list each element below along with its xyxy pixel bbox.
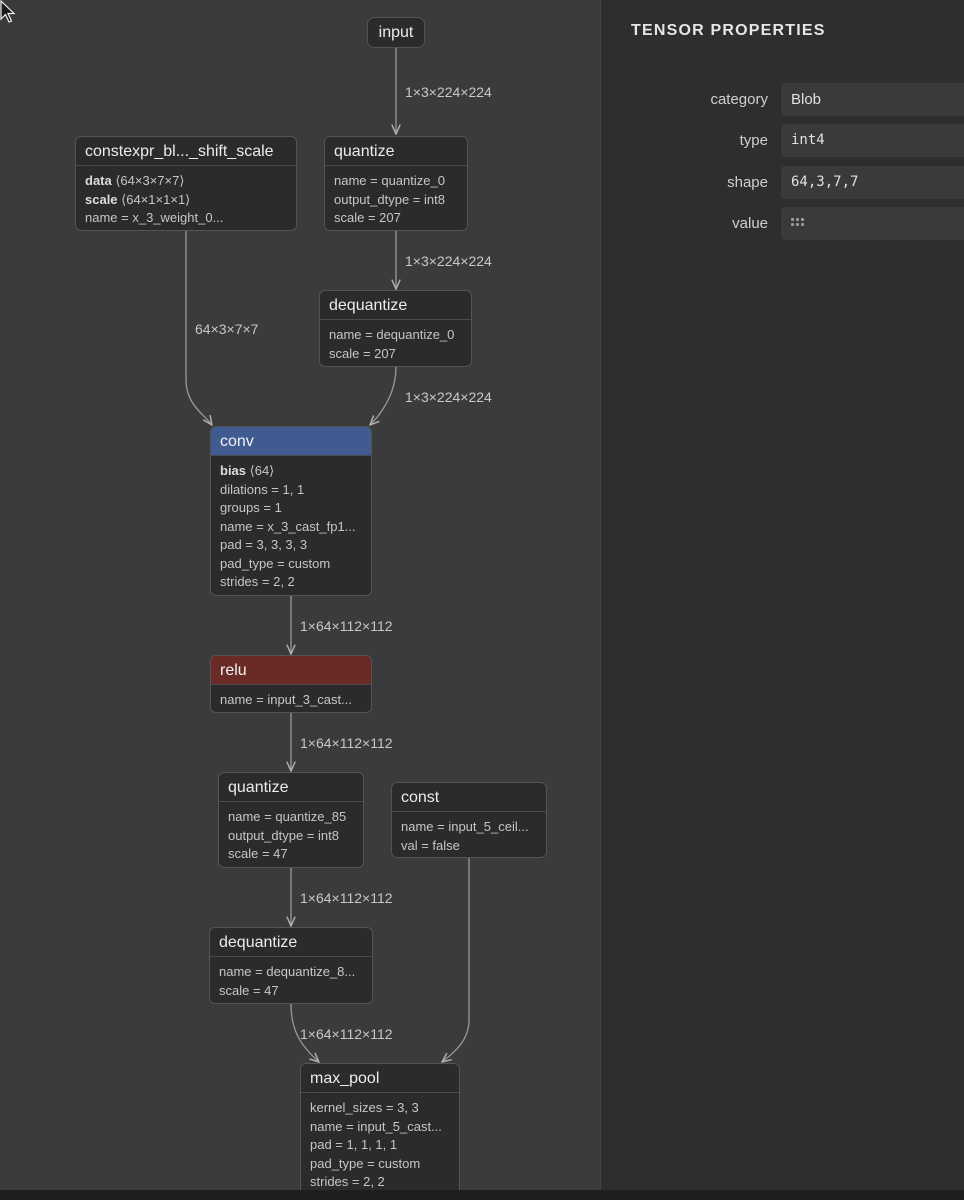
node-max-pool[interactable]: max_pool kernel_sizes = 3, 3 name = inpu… (300, 1063, 460, 1190)
node-attribute: name = input_5_ceil... (401, 819, 529, 834)
node-attribute: val = false (401, 837, 460, 853)
node-title: const (392, 783, 546, 812)
node-attribute: scale = 47 (219, 982, 279, 998)
node-dequantize-2[interactable]: dequantize name = dequantize_8... scale … (209, 927, 373, 1004)
tensor-properties-panel: TENSOR PROPERTIES category Blob type int… (600, 0, 964, 1190)
node-relu[interactable]: relu name = input_3_cast... (210, 655, 372, 713)
mouse-cursor-icon (0, 0, 16, 23)
node-attribute: name = x_3_weight_0... (85, 210, 224, 225)
node-attribute[interactable]: data ⟨64×3×7×7⟩ (85, 172, 287, 191)
node-attribute: pad_type = custom (310, 1155, 421, 1171)
property-value[interactable]: 64,3,7,7 (781, 166, 964, 199)
panel-title: TENSOR PROPERTIES (631, 22, 826, 39)
node-attribute: name = x_3_cast_fp1... (220, 518, 356, 534)
property-label: type (739, 132, 768, 149)
node-attribute: pad = 1, 1, 1, 1 (310, 1137, 398, 1152)
edge-label: 64×3×7×7 (195, 321, 259, 337)
graph-canvas[interactable]: 1×3×224×224 1×3×224×224 64×3×7×7 1×3×224… (0, 0, 600, 1190)
property-type: type int4 (601, 124, 964, 158)
node-attribute: name = dequantize_0 (329, 327, 455, 342)
node-attribute: strides = 2, 2 (220, 574, 295, 589)
property-value[interactable]: Blob (781, 83, 964, 116)
edge-dequantize-conv[interactable] (370, 366, 397, 425)
node-constexpr[interactable]: constexpr_bl..._shift_scale data ⟨64×3×7… (75, 136, 297, 231)
node-attribute: name = input_3_cast... (220, 692, 352, 707)
node-attribute: pad_type = custom (220, 555, 331, 571)
node-attribute: output_dtype = int8 (228, 827, 339, 843)
node-attribute: name = input_5_cast... (310, 1118, 442, 1134)
edge-label: 1×64×112×112 (300, 735, 393, 751)
node-attribute: name = quantize_85 (228, 809, 347, 824)
node-attribute: strides = 2, 2 (310, 1174, 385, 1189)
property-label: value (732, 215, 768, 232)
node-title: quantize (325, 137, 467, 166)
edge-const-maxpool[interactable] (442, 858, 470, 1062)
bottom-bar (0, 1190, 964, 1200)
node-title: relu (211, 656, 371, 685)
edge-label: 1×3×224×224 (405, 84, 492, 100)
node-conv[interactable]: conv bias ⟨64⟩ dilations = 1, 1 groups =… (210, 426, 372, 596)
node-attribute: kernel_sizes = 3, 3 (310, 1100, 419, 1115)
property-value[interactable] (781, 207, 964, 240)
property-value-row: value (601, 207, 964, 241)
node-input[interactable]: input (367, 17, 425, 48)
property-shape: shape 64,3,7,7 (601, 166, 964, 200)
property-label: shape (727, 174, 768, 191)
node-title: conv (211, 427, 371, 456)
edge-label: 1×64×112×112 (300, 1026, 393, 1042)
node-attribute: pad = 3, 3, 3, 3 (220, 537, 308, 552)
node-const[interactable]: const name = input_5_ceil... val = false (391, 782, 547, 858)
grid-icon[interactable] (791, 216, 805, 230)
node-attribute: name = dequantize_8... (219, 964, 356, 979)
node-quantize-2[interactable]: quantize name = quantize_85 output_dtype… (218, 772, 364, 868)
property-label: category (710, 91, 768, 108)
node-quantize[interactable]: quantize name = quantize_0 output_dtype … (324, 136, 468, 231)
node-title: quantize (219, 773, 363, 802)
property-value[interactable]: int4 (781, 124, 964, 157)
node-title: input (378, 24, 414, 41)
node-attribute[interactable]: bias ⟨64⟩ (220, 462, 362, 481)
node-attribute[interactable]: scale ⟨64×1×1×1⟩ (85, 191, 287, 210)
property-category: category Blob (601, 83, 964, 117)
node-dequantize[interactable]: dequantize name = dequantize_0 scale = 2… (319, 290, 472, 367)
node-attribute: scale = 207 (334, 210, 401, 225)
node-title: dequantize (320, 291, 471, 320)
node-attribute: output_dtype = int8 (334, 191, 445, 207)
node-attribute: dilations = 1, 1 (220, 481, 305, 497)
edge-label: 1×64×112×112 (300, 618, 393, 634)
node-attribute: name = quantize_0 (334, 173, 445, 188)
node-attribute: scale = 47 (228, 846, 288, 861)
node-attribute: groups = 1 (220, 500, 282, 515)
edge-label: 1×64×112×112 (300, 890, 393, 906)
node-attribute: scale = 207 (329, 345, 396, 361)
node-title: constexpr_bl..._shift_scale (76, 137, 296, 166)
node-title: max_pool (301, 1064, 459, 1093)
node-title: dequantize (210, 928, 372, 957)
edge-label: 1×3×224×224 (405, 253, 492, 269)
edge-label: 1×3×224×224 (405, 389, 492, 405)
